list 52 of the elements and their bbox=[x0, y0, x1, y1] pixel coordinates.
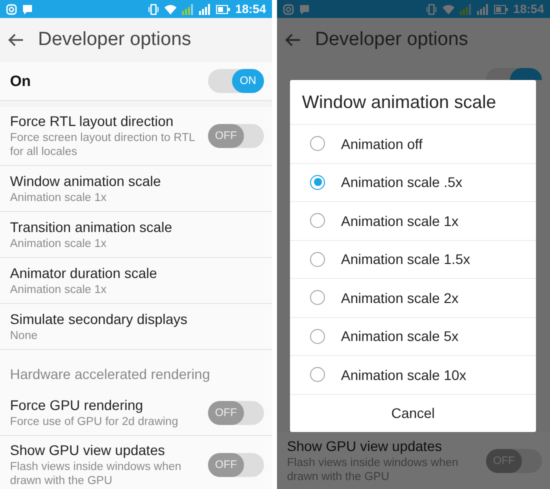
screen-title: Developer options bbox=[315, 29, 468, 51]
setting-summary: None bbox=[10, 328, 38, 342]
radio-button[interactable] bbox=[310, 290, 325, 306]
chat-icon bbox=[22, 4, 33, 14]
camera-icon bbox=[283, 4, 294, 14]
setting-title[interactable]: Force RTL layout direction bbox=[10, 113, 208, 129]
wifi-icon bbox=[442, 4, 456, 14]
radio-button[interactable] bbox=[310, 367, 325, 382]
signal-icon bbox=[199, 4, 212, 14]
radio-button[interactable] bbox=[310, 252, 325, 267]
back-arrow-icon[interactable] bbox=[285, 33, 301, 47]
status-time: 18:54 bbox=[235, 2, 266, 16]
radio-button[interactable] bbox=[310, 213, 325, 228]
vibrate-icon bbox=[148, 4, 160, 14]
option-label[interactable]: Animation scale .5x bbox=[341, 174, 462, 190]
screen-title: Developer options bbox=[38, 29, 192, 51]
setting-title[interactable]: Window animation scale bbox=[10, 172, 264, 188]
battery-icon bbox=[216, 4, 230, 14]
setting-summary: Animation scale 1x bbox=[10, 282, 108, 296]
option-label[interactable]: Animation scale 5x bbox=[341, 328, 459, 344]
radio-button[interactable] bbox=[310, 328, 325, 344]
setting-title[interactable]: Transition animation scale bbox=[10, 218, 264, 234]
option-label[interactable]: Animation scale 1.5x bbox=[341, 251, 470, 268]
setting-title: On bbox=[10, 72, 31, 90]
chat-icon bbox=[299, 4, 310, 14]
status-time: 18:54 bbox=[513, 2, 544, 16]
setting-summary: Animation scale 1x bbox=[10, 190, 108, 204]
toggle-switch[interactable] bbox=[486, 68, 542, 80]
setting-summary: Force screen layout direction to RTL for all locales bbox=[10, 131, 196, 159]
option-label[interactable]: Animation scale 1x bbox=[341, 212, 459, 229]
section-header: Hardware accelerated rendering bbox=[0, 350, 272, 390]
option-label[interactable]: Animation off bbox=[341, 136, 422, 152]
option-label[interactable]: Animation scale 2x bbox=[341, 290, 459, 306]
vibrate-icon bbox=[426, 4, 438, 14]
camera-icon bbox=[6, 4, 17, 14]
setting-summary: Flash views inside windows when drawn with the GPU bbox=[10, 460, 182, 488]
setting-title[interactable]: Show GPU view updates bbox=[10, 442, 208, 458]
setting-title[interactable]: Force GPU rendering bbox=[10, 396, 208, 412]
dialog-title: Window animation scale bbox=[301, 90, 498, 114]
radio-button[interactable] bbox=[310, 174, 325, 190]
battery-icon bbox=[494, 4, 508, 14]
back-arrow-icon[interactable] bbox=[8, 33, 24, 47]
signal-icon bbox=[477, 4, 490, 14]
setting-title[interactable]: Simulate secondary displays bbox=[10, 310, 264, 326]
setting-summary: Force use of GPU for 2d drawing bbox=[10, 414, 180, 428]
radio-button[interactable] bbox=[310, 136, 325, 152]
wifi-icon bbox=[164, 4, 178, 14]
setting-title[interactable]: Animator duration scale bbox=[10, 264, 264, 280]
option-label[interactable]: Animation scale 10x bbox=[341, 366, 466, 383]
setting-title[interactable]: Show GPU view updates bbox=[287, 438, 486, 454]
setting-summary: Animation scale 1x bbox=[10, 236, 108, 250]
signal-icon bbox=[182, 4, 194, 14]
